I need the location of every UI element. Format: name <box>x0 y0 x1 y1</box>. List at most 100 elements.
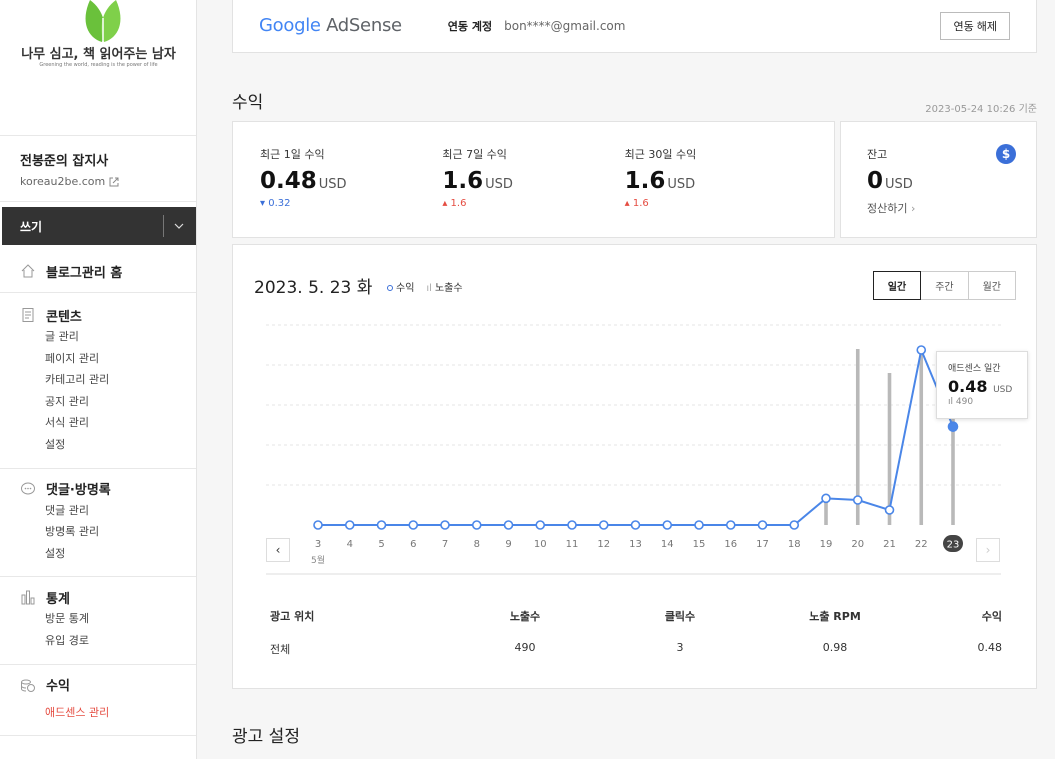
revenue-7d: 최근 7일 수익 1.6 USD ▴ 1.6 <box>442 146 624 213</box>
nav-group-stats: 통계 방문 통계 유입 경로 <box>0 577 196 665</box>
settle-link[interactable]: 정산하기 › <box>867 200 1010 216</box>
sidebar-item-label: 수익 <box>46 679 70 695</box>
sidebar-item-visit-stats[interactable]: 방문 통계 <box>20 608 196 630</box>
revenue-point-13 <box>630 520 641 530</box>
sidebar-item-content-settings[interactable]: 설정 <box>20 434 196 456</box>
table-cell: 490 <box>514 641 536 654</box>
logo-subtitle: Greening the world, reading is the power… <box>39 62 158 68</box>
external-link-icon <box>109 177 119 186</box>
revenue-label: 최근 1일 수익 <box>260 148 325 161</box>
nav-group-comments: 댓글·방명록 댓글 관리 방명록 관리 설정 <box>0 469 196 578</box>
home-icon <box>21 264 35 278</box>
revenue-point-7 <box>440 520 450 530</box>
tab-daily[interactable]: 일간 <box>872 271 922 300</box>
sidebar-item-templates[interactable]: 서식 관리 <box>20 412 196 434</box>
sidebar-item-adsense[interactable]: 애드센스 관리 <box>20 702 196 724</box>
table-cell: 0.48 <box>977 641 1003 654</box>
revenue-value: 0.48 <box>260 168 317 194</box>
revenue-point-12 <box>598 520 609 530</box>
sidebar-item-contents[interactable]: 콘텐츠 <box>20 304 196 326</box>
legend-bar-icon: ıl <box>426 283 432 294</box>
x-tick-label: 17 <box>756 539 769 550</box>
chart-next-button[interactable]: › <box>976 538 1000 562</box>
x-tick-label: 20 <box>851 539 864 550</box>
blog-url-link[interactable]: koreau2be.com <box>20 175 176 188</box>
leaf-logo-icon <box>85 0 121 42</box>
chart-prev-button[interactable]: ‹ <box>266 538 290 562</box>
tooltip-title: 애드센스 일간 <box>948 364 1001 374</box>
sidebar-item-home[interactable]: 블로그관리 홈 <box>20 260 196 282</box>
sidebar-item-referrers[interactable]: 유입 경로 <box>20 630 196 652</box>
adsense-account-bar: Google AdSense 연동 계정 bon****@gmail.com 연… <box>232 0 1037 53</box>
x-tick-label: 12 <box>597 539 610 550</box>
sidebar-item-posts[interactable]: 글 관리 <box>20 326 196 348</box>
table-cell: 전체 <box>270 643 291 656</box>
balance-value: 0 <box>867 168 884 194</box>
x-tick-label: 4 <box>347 539 353 550</box>
x-tick-label: 14 <box>661 539 674 550</box>
revenue-point-4 <box>344 520 355 530</box>
sidebar-item-comment-settings[interactable]: 설정 <box>20 543 196 565</box>
blog-logo[interactable]: 나무 심고, 책 읽어주는 남자 Greening the world, rea… <box>0 0 196 136</box>
chevron-right-icon: › <box>985 543 991 557</box>
brand-adsense: AdSense <box>326 15 402 36</box>
revenue-label: 최근 7일 수익 <box>442 148 507 161</box>
bar-icon: ıl <box>948 397 954 407</box>
sidebar-item-revenue[interactable]: 수익 <box>20 674 196 696</box>
write-label: 쓰기 <box>20 219 43 234</box>
table-cell: 0.98 <box>822 641 848 654</box>
revenue-1d: 최근 1일 수익 0.48 USD ▾ 0.32 <box>260 146 442 213</box>
revenue-point-10 <box>535 520 546 530</box>
sidebar-item-comment-manage[interactable]: 댓글 관리 <box>20 500 196 522</box>
chart-date: 2023. 5. 23 화 <box>254 278 373 298</box>
chevron-down-icon[interactable] <box>174 223 184 229</box>
chevron-right-icon: › <box>910 202 916 215</box>
sidebar-item-guestbook[interactable]: 방명록 관리 <box>20 521 196 543</box>
balance-card: 잔고 $ 0 USD 정산하기 › <box>840 121 1037 238</box>
revenue-point-18 <box>789 520 800 530</box>
sidebar-item-comments[interactable]: 댓글·방명록 <box>20 478 196 500</box>
chart-tooltip: 애드센스 일간 0.48 USD ıl 490 <box>936 351 1028 419</box>
x-tick-label: 5 <box>378 539 384 550</box>
tooltip-unit: USD <box>993 385 1013 395</box>
column-header: 노출수 <box>509 610 541 623</box>
x-tick-label: 16 <box>724 539 737 550</box>
sidebar-item-label: 콘텐츠 <box>46 309 82 325</box>
period-tabs: 일간 주간 월간 <box>872 271 1016 300</box>
tab-weekly[interactable]: 주간 <box>920 271 969 300</box>
month-label: 5월 <box>311 554 325 566</box>
x-tick-label: 7 <box>442 539 448 550</box>
revenue-point-3 <box>313 520 323 530</box>
revenue-point-21 <box>884 505 895 515</box>
sidebar-item-pages[interactable]: 페이지 관리 <box>20 348 196 370</box>
table-cell: 3 <box>676 641 684 654</box>
revenue-section-title: 수익 <box>232 93 264 113</box>
revenue-value: 1.6 <box>624 168 666 194</box>
divider <box>163 215 164 237</box>
sidebar-item-notices[interactable]: 공지 관리 <box>20 391 196 413</box>
column-header: 클릭수 <box>664 610 696 623</box>
x-tick-label: 11 <box>566 539 579 550</box>
x-tick-label: 21 <box>883 539 896 550</box>
balance-label: 잔고 <box>867 148 888 161</box>
revenue-point-16 <box>725 520 736 530</box>
google-adsense-logo: Google AdSense <box>259 15 402 36</box>
x-tick-label: 22 <box>915 539 928 550</box>
sidebar-item-stats[interactable]: 통계 <box>20 586 196 608</box>
nav-group-home: 블로그관리 홈 <box>0 252 196 293</box>
balance-unit: USD <box>885 177 913 192</box>
unlink-button[interactable]: 연동 해제 <box>940 11 1010 40</box>
tooltip-value: 0.48 <box>948 377 988 396</box>
legend-impressions: 노출수 <box>434 283 463 294</box>
revenue-delta: 1.6 <box>450 198 467 209</box>
sidebar-item-categories[interactable]: 카테고리 관리 <box>20 369 196 391</box>
sidebar-item-label: 댓글·방명록 <box>46 483 111 499</box>
write-button[interactable]: 쓰기 <box>2 207 196 245</box>
x-tick-label: 23 <box>947 540 960 551</box>
linked-account-label: 연동 계정 <box>447 19 493 33</box>
tab-monthly[interactable]: 월간 <box>967 271 1016 300</box>
revenue-point-11 <box>567 520 577 530</box>
blog-url: koreau2be.com <box>20 175 106 188</box>
chevron-left-icon: ‹ <box>275 543 281 557</box>
sidebar: 나무 심고, 책 읽어주는 남자 Greening the world, rea… <box>0 0 197 759</box>
